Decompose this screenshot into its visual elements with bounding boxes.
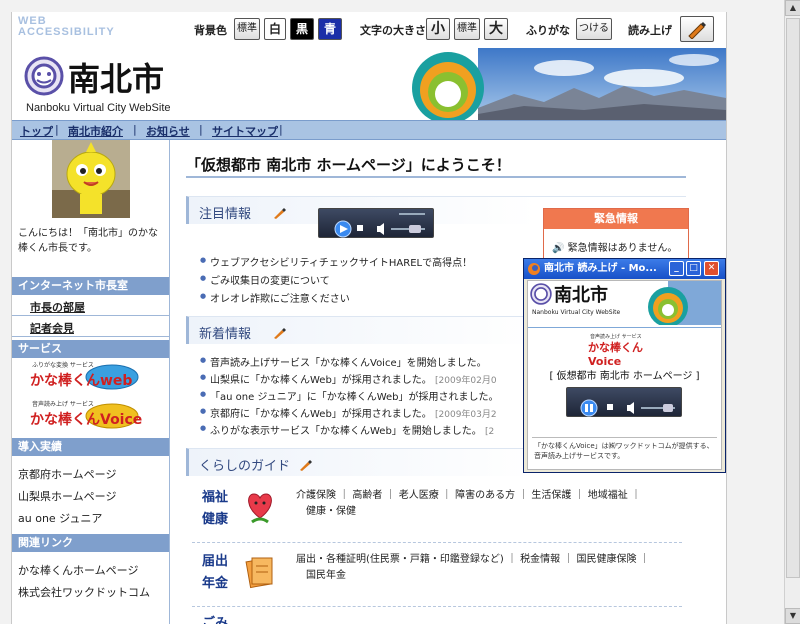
- read-aloud-pen-icon[interactable]: [299, 457, 313, 471]
- press-conference-link[interactable]: 記者会見: [12, 317, 169, 337]
- audio-controls: [334, 213, 425, 238]
- text-standard-button[interactable]: 標準: [454, 18, 480, 40]
- vertical-scrollbar[interactable]: ▲ ▼: [784, 0, 800, 624]
- text-small-button[interactable]: 小: [426, 18, 450, 40]
- header-mountain-image: [384, 48, 726, 120]
- nav-item-about[interactable]: 南北市紹介: [68, 123, 123, 139]
- furigana-label: ふりがな: [526, 24, 570, 37]
- featured-item[interactable]: ウェブアクセシビリティチェックサイトHARELで高得点！: [200, 254, 472, 269]
- related-link-wac[interactable]: 株式会社ワックドットコム: [18, 584, 150, 600]
- bg-standard-button[interactable]: 標準: [234, 18, 260, 40]
- news-title: 新着情報: [199, 327, 252, 342]
- popup-footer: 「かな棒くんVoice」は㈱ワックドットコムが提供する、音声読み上げサービスです…: [534, 442, 714, 460]
- scroll-down-icon[interactable]: ▼: [785, 608, 800, 624]
- minimize-button[interactable]: _: [669, 261, 684, 276]
- nav-item-top[interactable]: トップ: [20, 123, 53, 139]
- achievement-link-auone[interactable]: au one ジュニア: [18, 510, 102, 526]
- achievement-link-kyoto[interactable]: 京都府ホームページ: [18, 466, 116, 482]
- kanabou-voice-banner[interactable]: 音声読み上げ サービス かな棒くんVoice: [16, 398, 166, 430]
- welfare-links[interactable]: 介護保険 ｜ 高齢者 ｜ 老人医療 ｜ 障害のある方 ｜ 生活保護 ｜ 地域福祉…: [296, 488, 641, 504]
- speaker-pen-icon: [688, 22, 706, 40]
- welcome-heading: 「仮想都市 南北市 ホームページ」にようこそ！: [186, 156, 511, 174]
- guide-row-notification: 届出 年金 届出・各種証明(住民票・戸籍・印鑑登録など) ｜ 税金情報 ｜ 国民…: [192, 548, 682, 607]
- featured-item[interactable]: オレオレ詐欺にご注意ください: [200, 290, 350, 305]
- maximize-button[interactable]: □: [686, 261, 701, 276]
- popup-title: 南北市 読み上げ - Mo...: [544, 263, 657, 274]
- global-nav: トップ | 南北市紹介 | お知らせ | サイトマップ |: [12, 120, 726, 140]
- site-subtitle: Nanboku Virtual City WebSite: [26, 102, 171, 114]
- mascot-avatar: [52, 140, 130, 218]
- bg-blue-button[interactable]: 青: [318, 18, 342, 40]
- close-button[interactable]: ✕: [704, 261, 719, 276]
- news-item[interactable]: ふりがな表示サービス「かな棒くんWeb」を開始しました。 [2: [200, 422, 494, 437]
- sidebar: こんにちは！「南北市」のかな棒くん市長です。 インターネット市長室 市長の部屋 …: [12, 140, 170, 624]
- nav-item-sitemap[interactable]: サイトマップ: [212, 123, 278, 139]
- popup-site-name: 南北市: [554, 285, 608, 306]
- guide-title: くらしのガイド: [199, 459, 291, 474]
- services-heading: サービス: [12, 340, 169, 358]
- notification-links-2[interactable]: 国民年金: [306, 568, 346, 584]
- nav-item-news[interactable]: お知らせ: [146, 123, 190, 139]
- text-large-button[interactable]: 大: [484, 18, 508, 40]
- site-header: 南北市 Nanboku Virtual City WebSite: [12, 48, 726, 120]
- text-size-label: 文字の大きさ: [360, 24, 426, 37]
- scroll-thumb[interactable]: [786, 18, 800, 578]
- web-page: WEB ACCESSIBILITY 背景色 標準 白 黒 青 文字の大きさ 小 …: [11, 12, 727, 624]
- speaker-icon[interactable]: 🔊: [552, 243, 564, 254]
- related-link-kanabou[interactable]: かな棒くんホームページ: [18, 562, 138, 578]
- news-item[interactable]: 山梨県に「かな棒くんWeb」が採用されました。 [2009年02月0: [200, 371, 497, 386]
- bg-black-button[interactable]: 黒: [290, 18, 314, 40]
- popup-page-title: [ 仮想都市 南北市 ホームページ ]: [549, 371, 700, 382]
- featured-audio-player[interactable]: [318, 208, 434, 238]
- popup-body: 南北市 Nanboku Virtual City WebSite 音声読み上げ …: [527, 280, 722, 470]
- popup-titlebar[interactable]: 南北市 読み上げ - Mo... _ □ ✕: [524, 259, 725, 279]
- popup-site-sub: Nanboku Virtual City WebSite: [532, 309, 621, 316]
- bg-color-label: 背景色: [194, 24, 227, 37]
- city-logo-icon: [24, 56, 64, 96]
- garbage-icon: [246, 620, 270, 624]
- audio-controls: [580, 399, 675, 417]
- browser-viewport: WEB ACCESSIBILITY 背景色 標準 白 黒 青 文字の大きさ 小 …: [0, 0, 784, 624]
- guide-row-garbage: ごみ: [192, 612, 682, 624]
- city-logo-icon: [530, 283, 552, 305]
- accessibility-toolbar: WEB ACCESSIBILITY 背景色 標準 白 黒 青 文字の大きさ 小 …: [12, 12, 726, 48]
- read-aloud-popup-window: 南北市 読み上げ - Mo... _ □ ✕ 南北市 Nanboku Virtu…: [523, 258, 726, 473]
- achievement-link-yamanashi[interactable]: 山梨県ホームページ: [18, 488, 116, 504]
- notification-links[interactable]: 届出・各種証明(住民票・戸籍・印鑑登録など) ｜ 税金情報 ｜ 国民健康保険 ｜: [296, 552, 650, 568]
- news-item[interactable]: 京都府に「かな棒くんWeb」が採用されました。 [2009年03月2: [200, 405, 497, 420]
- documents-icon: [245, 557, 273, 589]
- read-aloud-pen-icon[interactable]: [273, 205, 287, 219]
- popup-audio-player[interactable]: [566, 387, 682, 417]
- read-aloud-button[interactable]: [680, 16, 714, 42]
- mayor-greeting: こんにちは！「南北市」のかな棒くん市長です。: [18, 228, 158, 254]
- featured-title: 注目情報: [199, 207, 252, 222]
- bg-white-button[interactable]: 白: [264, 18, 286, 40]
- popup-header-image: [648, 281, 721, 325]
- site-name: 南北市: [68, 60, 165, 98]
- web-accessibility-logo: WEB ACCESSIBILITY: [18, 15, 115, 38]
- related-links-heading: 関連リンク: [12, 534, 169, 552]
- scroll-up-icon[interactable]: ▲: [785, 0, 800, 16]
- popup-voice-banner: 音声読み上げ サービス かな棒くんVoice: [588, 334, 643, 368]
- news-item[interactable]: 「au one ジュニア」に「かな棒くんWeb」が採用されました。: [200, 388, 499, 403]
- emergency-title: 緊急情報: [544, 209, 688, 229]
- news-item[interactable]: 音声読み上げサービス「かな棒くんVoice」を開始しました。: [200, 354, 487, 369]
- firefox-icon: [528, 263, 540, 275]
- welfare-links-2[interactable]: 健康・保健: [306, 504, 356, 520]
- read-aloud-pen-icon[interactable]: [273, 325, 287, 339]
- furigana-on-button[interactable]: つける: [576, 18, 612, 40]
- heart-icon: [248, 493, 272, 524]
- featured-item[interactable]: ごみ収集日の変更について: [200, 272, 330, 287]
- guide-row-welfare: 福祉 健康 介護保険 ｜ 高齢者 ｜ 老人医療 ｜ 障害のある方 ｜ 生活保護 …: [192, 484, 682, 543]
- achievements-heading: 導入実績: [12, 438, 169, 456]
- kanabou-web-banner[interactable]: ふりがな変換 サービス かな棒くんweb: [16, 359, 166, 391]
- read-aloud-label: 読み上げ: [628, 24, 672, 37]
- internet-mayor-heading: インターネット市長室: [12, 277, 169, 295]
- emergency-text: 🔊 緊急情報はありません。: [552, 243, 678, 254]
- mayor-room-link[interactable]: 市長の部屋: [12, 296, 169, 316]
